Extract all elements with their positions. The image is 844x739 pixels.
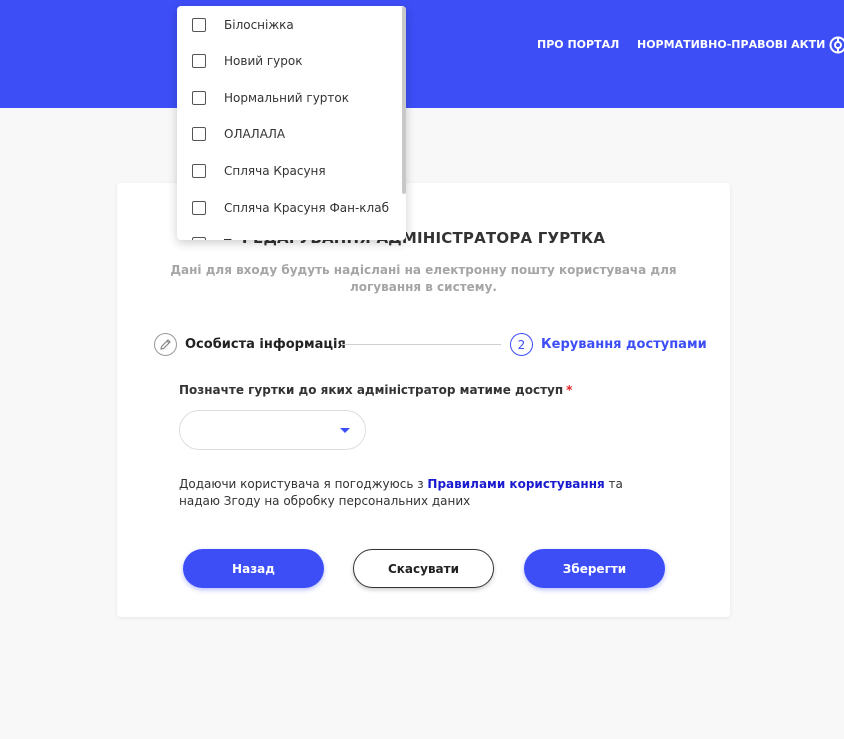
back-button[interactable]: Назад xyxy=(183,549,324,588)
clubs-dropdown-menu[interactable]: Білосніжка Новий гурок Нормальний гурток… xyxy=(177,6,406,240)
checkbox[interactable] xyxy=(192,164,206,178)
dropdown-option-label: Т xyxy=(224,237,231,240)
nav-legal-acts[interactable]: НОРМАТИВНО-ПРАВОВІ АКТИ xyxy=(637,38,825,51)
dropdown-option[interactable]: Білосніжка xyxy=(177,7,402,43)
checkbox[interactable] xyxy=(192,201,206,215)
agreement-text: Додаючи користувача я погоджуюсь з Прави… xyxy=(179,476,659,510)
page-subtitle: Дані для входу будуть надіслані на елект… xyxy=(170,263,677,294)
dropdown-option-label: Нормальний гурток xyxy=(224,91,349,105)
checkbox[interactable] xyxy=(192,237,206,240)
dropdown-option-label: Спляча Красуня xyxy=(224,164,326,178)
save-button[interactable]: Зберегти xyxy=(524,549,665,588)
cancel-button[interactable]: Скасувати xyxy=(353,549,494,588)
dropdown-option[interactable]: ОЛАЛАЛА xyxy=(177,116,402,152)
step2-label[interactable]: Керування доступами xyxy=(541,337,707,352)
dropdown-option[interactable]: Новий гурок xyxy=(177,43,402,79)
top-header: ПРО ПОРТАЛ НОРМАТИВНО-ПРАВОВІ АКТИ xyxy=(0,0,844,108)
required-star: * xyxy=(566,383,573,397)
stepper-connector xyxy=(341,344,501,345)
step2-indicator[interactable]: 2 xyxy=(510,333,533,356)
caret-down-icon[interactable] xyxy=(340,428,350,433)
clubs-field-label-text: Позначте гуртки до яких адміністратор ма… xyxy=(179,383,564,397)
dropdown-option[interactable]: Т xyxy=(177,226,402,240)
checkbox[interactable] xyxy=(192,127,206,141)
dropdown-option[interactable]: Нормальний гурток xyxy=(177,80,402,116)
terms-link[interactable]: Правилами користування xyxy=(427,477,604,491)
checkbox[interactable] xyxy=(192,18,206,32)
dropdown-scrollbar[interactable] xyxy=(402,6,406,194)
checkbox[interactable] xyxy=(192,54,206,68)
pencil-icon xyxy=(160,339,171,350)
clubs-field-label: Позначте гуртки до яких адміністратор ма… xyxy=(179,383,572,397)
dropdown-option[interactable]: Спляча Красуня Фан-клаб xyxy=(177,190,402,226)
step1-label[interactable]: Особиста інформація xyxy=(185,337,346,352)
dropdown-option[interactable]: Спляча Красуня xyxy=(177,153,402,189)
dropdown-option-label: Білосніжка xyxy=(224,18,294,32)
dropdown-option-label: ОЛАЛАЛА xyxy=(224,127,286,141)
clubs-select[interactable] xyxy=(179,410,366,450)
agreement-prefix: Додаючи користувача я погоджуюсь з xyxy=(179,477,428,491)
nav-about-portal[interactable]: ПРО ПОРТАЛ xyxy=(537,38,619,51)
checkbox[interactable] xyxy=(192,91,206,105)
edit-admin-card: РЕДАГУВАННЯ АДМІНІСТРАТОРА ГУРТКА Дані д… xyxy=(117,183,730,617)
dropdown-option-label: Новий гурок xyxy=(224,54,303,68)
step1-indicator[interactable] xyxy=(154,333,177,356)
dropdown-option-label: Спляча Красуня Фан-клаб xyxy=(224,201,389,215)
globe-icon[interactable] xyxy=(829,36,844,54)
